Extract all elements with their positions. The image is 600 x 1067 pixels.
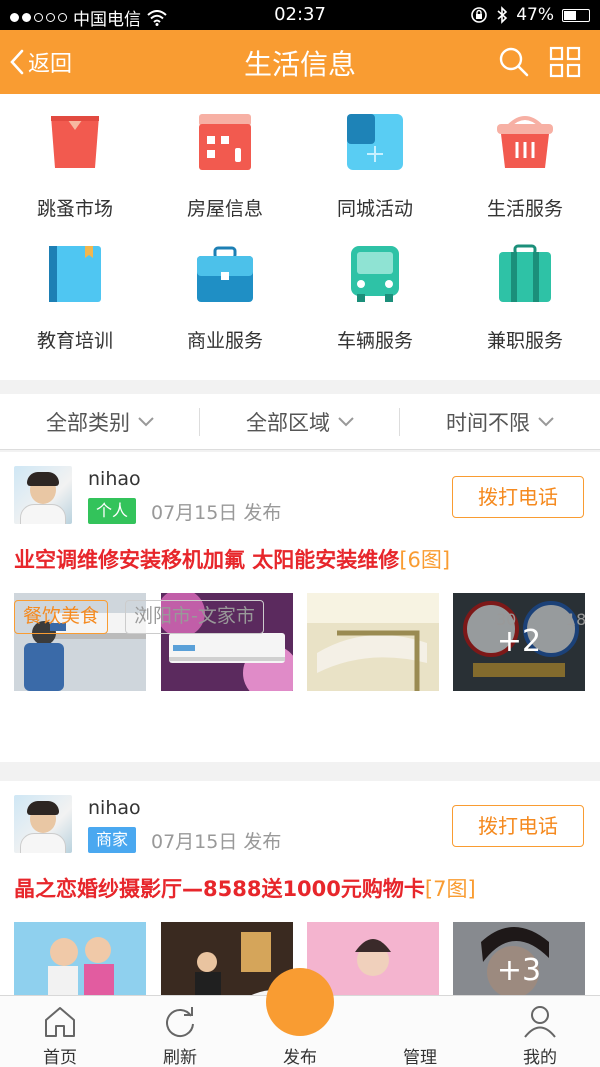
category-label: 兼职服务: [486, 330, 563, 352]
search-icon[interactable]: [498, 46, 530, 78]
category-label: 同城活动: [336, 198, 413, 220]
filter-region-dropdown[interactable]: 全部区域: [200, 394, 400, 450]
post-title[interactable]: 晶之恋婚纱摄影厅—8588送1000元购物卡[7图]: [14, 873, 476, 903]
status-bar: 中国电信 02:37 47%: [0, 0, 600, 30]
call-button[interactable]: 拨打电话: [452, 805, 584, 847]
shopping-bag-icon: [51, 116, 99, 168]
chevron-left-icon: [10, 49, 24, 75]
publish-button[interactable]: [266, 968, 334, 1036]
category-label: 房屋信息: [186, 198, 263, 220]
post-image-more[interactable]: +2: [453, 593, 585, 691]
post-image[interactable]: [307, 593, 439, 691]
post-card[interactable]: nihao 商家 07月15日 发布 拨打电话 晶之恋婚纱摄影厅—8588送10…: [0, 781, 600, 1020]
category-business[interactable]: 商业服务: [150, 226, 300, 356]
tab-label: 管理: [403, 1048, 437, 1067]
bluetooth-icon: [497, 6, 508, 24]
tab-label: 我的: [523, 1048, 557, 1067]
post-username: nihao: [88, 468, 141, 490]
avatar[interactable]: [14, 466, 72, 524]
tab-home[interactable]: 首页: [0, 996, 120, 1067]
battery-percent: 47%: [516, 5, 554, 25]
chevron-down-icon: [538, 417, 554, 427]
briefcase-icon: [197, 246, 253, 302]
category-label: 跳蚤市场: [36, 198, 113, 220]
tab-profile[interactable]: 我的: [480, 996, 600, 1067]
category-education[interactable]: 教育培训: [0, 226, 150, 356]
back-button[interactable]: 返回: [10, 46, 72, 78]
category-life-services[interactable]: 生活服务: [450, 94, 600, 224]
home-icon: [45, 1007, 75, 1037]
filter-label: 时间不限: [446, 411, 530, 435]
tab-label: 刷新: [163, 1048, 197, 1067]
avatar[interactable]: [14, 795, 72, 853]
post-card[interactable]: nihao 个人 07月15日 发布 拨打电话 业空调维修安装移机加氟 太阳能安…: [0, 452, 600, 762]
image-count: [7图]: [424, 877, 476, 901]
filter-time-dropdown[interactable]: 时间不限: [400, 394, 600, 450]
suitcase-icon: [499, 244, 551, 302]
category-label: 商业服务: [186, 330, 263, 352]
book-icon: [49, 246, 101, 302]
tab-label: 首页: [43, 1048, 77, 1067]
navigation-bar: 返回 生活信息: [0, 30, 600, 94]
filter-label: 全部类别: [46, 411, 130, 435]
post-username: nihao: [88, 797, 141, 819]
category-label: 教育培训: [36, 330, 113, 352]
battery-icon: [562, 8, 590, 22]
call-button[interactable]: 拨打电话: [452, 476, 584, 518]
calendar-icon: [347, 114, 403, 170]
orientation-lock-icon: [471, 7, 488, 23]
category-flea-market[interactable]: 跳蚤市场: [0, 94, 150, 224]
tab-label: 发布: [283, 1048, 317, 1067]
category-housing[interactable]: 房屋信息: [150, 94, 300, 224]
chevron-down-icon: [138, 417, 154, 427]
refresh-icon: [166, 1007, 194, 1037]
back-label: 返回: [28, 52, 73, 77]
filter-category-dropdown[interactable]: 全部类别: [0, 394, 200, 450]
post-date: 07月15日 发布: [151, 831, 282, 853]
post-date: 07月15日 发布: [151, 502, 282, 524]
filter-bar: 全部类别 全部区域 时间不限: [0, 394, 600, 450]
category-label: 车辆服务: [336, 330, 413, 352]
more-images-count: +2: [453, 593, 585, 691]
tab-manage[interactable]: 管理: [360, 996, 480, 1067]
bus-icon: [351, 246, 399, 302]
filter-label: 全部区域: [246, 411, 330, 435]
basket-icon: [497, 116, 553, 168]
user-icon: [524, 1006, 556, 1038]
category-label: 生活服务: [486, 198, 563, 220]
post-type-badge: 商家: [88, 827, 137, 853]
chevron-down-icon: [338, 417, 354, 427]
comment-count: 18: [566, 610, 587, 629]
category-part-time[interactable]: 兼职服务: [450, 226, 600, 356]
category-city-events[interactable]: 同城活动: [300, 94, 450, 224]
view-count: 30: [496, 610, 517, 629]
building-icon: [199, 114, 251, 170]
category-chip[interactable]: 餐饮美食: [14, 600, 109, 634]
grid-menu-icon[interactable]: [549, 46, 581, 78]
tab-refresh[interactable]: 刷新: [120, 996, 240, 1067]
post-type-badge: 个人: [88, 498, 137, 524]
category-vehicles[interactable]: 车辆服务: [300, 226, 450, 356]
image-count: [6图]: [399, 548, 451, 572]
location-chip[interactable]: 浏阳市-文家市: [125, 600, 264, 634]
category-grid: 跳蚤市场 房屋信息 同城活动 生活服务 教育培训 商业服务 车辆服务 兼职服务: [0, 94, 600, 380]
post-title[interactable]: 业空调维修安装移机加氟 太阳能安装维修[6图]: [14, 544, 450, 574]
